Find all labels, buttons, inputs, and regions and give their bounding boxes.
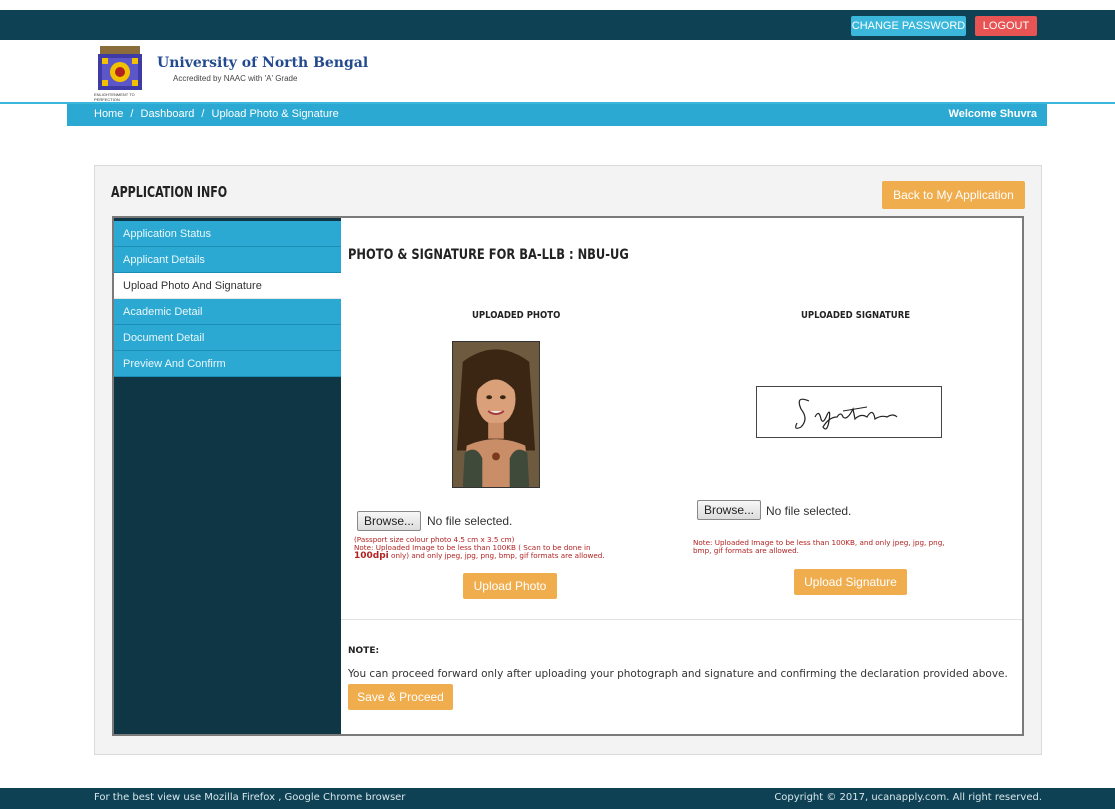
footer-copyright: Copyright © 2017, ucanapply.com. All rig… xyxy=(774,792,1042,803)
photo-note-line3: only) and only jpeg, jpg, png, bmp, gif … xyxy=(388,551,605,560)
signature-image xyxy=(795,398,898,430)
logout-button[interactable]: LOGOUT xyxy=(975,16,1037,36)
university-name: University of North Bengal xyxy=(157,55,369,71)
sidebar-item-applicant-details[interactable]: Applicant Details xyxy=(114,247,341,273)
photo-browse-button[interactable]: Browse... xyxy=(357,511,422,531)
breadcrumb-separator: / xyxy=(130,108,134,120)
note-label: NOTE: xyxy=(348,646,380,656)
university-logo xyxy=(94,44,146,94)
change-password-button[interactable]: CHANGE PASSWORD xyxy=(851,16,966,36)
back-to-application-button[interactable]: Back to My Application xyxy=(882,181,1025,209)
footer-browser-note: For the best view use Mozilla Firefox , … xyxy=(94,792,406,803)
uploaded-photo xyxy=(452,341,540,488)
sidebar-item-document-detail[interactable]: Document Detail xyxy=(114,325,341,351)
welcome-text: Welcome Shuvra xyxy=(948,108,1037,120)
signature-note: Note: Uploaded Image to be less than 100… xyxy=(693,539,945,555)
uploaded-photo-heading: UPLOADED PHOTO xyxy=(472,310,561,321)
sidebar-item-upload-photo-signature[interactable]: Upload Photo And Signature xyxy=(114,273,341,299)
note-text: You can proceed forward only after uploa… xyxy=(348,668,1008,680)
page-title: APPLICATION INFO xyxy=(111,183,228,201)
breadcrumb-dashboard[interactable]: Dashboard xyxy=(141,108,195,120)
sidebar-item-academic-detail[interactable]: Academic Detail xyxy=(114,299,341,325)
accreditation-text: Accredited by NAAC with 'A' Grade xyxy=(173,74,298,83)
signature-browse-button[interactable]: Browse... xyxy=(697,500,762,520)
breadcrumb-current: Upload Photo & Signature xyxy=(211,108,339,120)
sidebar-item-application-status[interactable]: Application Status xyxy=(114,221,341,247)
section-divider xyxy=(341,619,1022,620)
photo-note-dpi: 100dpi xyxy=(354,551,389,561)
breadcrumb-home[interactable]: Home xyxy=(94,108,123,120)
breadcrumb-separator: / xyxy=(201,108,205,120)
sidebar-item-preview-confirm[interactable]: Preview And Confirm xyxy=(114,351,341,377)
photo-note: (Passport size colour photo 4.5 cm x 3.5… xyxy=(354,536,605,561)
logo-tagline: ENLIGHTENMENT TO PERFECTION xyxy=(94,92,135,102)
upload-signature-button[interactable]: Upload Signature xyxy=(794,569,907,595)
signature-note-line2: bmp, gif formats are allowed. xyxy=(693,546,799,555)
uploaded-signature xyxy=(756,386,942,438)
section-title: PHOTO & SIGNATURE FOR BA-LLB : NBU-UG xyxy=(348,247,629,263)
content-area xyxy=(341,218,1022,734)
header xyxy=(0,40,1115,102)
breadcrumb: Home / Dashboard / Upload Photo & Signat… xyxy=(94,108,339,120)
photo-file-status: No file selected. xyxy=(427,514,513,528)
uploaded-signature-heading: UPLOADED SIGNATURE xyxy=(801,310,911,321)
save-proceed-button[interactable]: Save & Proceed xyxy=(348,684,453,710)
upload-photo-button[interactable]: Upload Photo xyxy=(463,573,557,599)
signature-file-status: No file selected. xyxy=(766,504,852,518)
